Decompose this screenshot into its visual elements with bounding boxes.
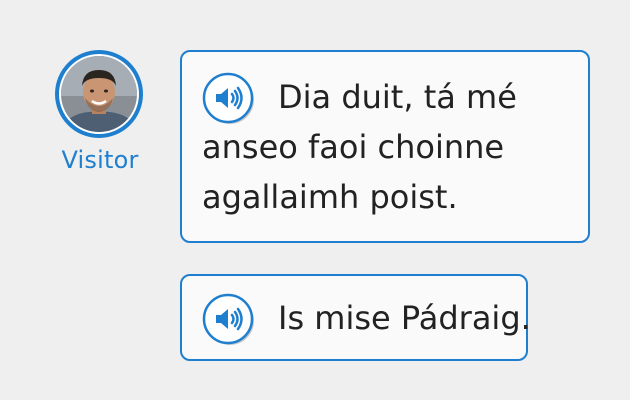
message-text: Dia duit, tá mé anseo faoi choinne agall… (202, 72, 572, 222)
speaker-icon (202, 293, 254, 345)
message-line: agallaimh poist. (202, 178, 458, 216)
speaker-avatar (55, 50, 143, 138)
message-line: Dia duit, tá mé (278, 78, 517, 116)
message-bubble: Dia duit, tá mé anseo faoi choinne agall… (180, 50, 590, 243)
message-text: Is mise Pádraig. (278, 299, 531, 337)
speaker-name: Visitor (61, 146, 139, 174)
message-line: anseo faoi choinne (202, 128, 505, 166)
message-bubble: Is mise Pádraig. (180, 274, 531, 361)
avatar-photo (59, 54, 139, 134)
person-avatar-icon (61, 56, 137, 132)
play-audio-button[interactable] (201, 292, 255, 346)
